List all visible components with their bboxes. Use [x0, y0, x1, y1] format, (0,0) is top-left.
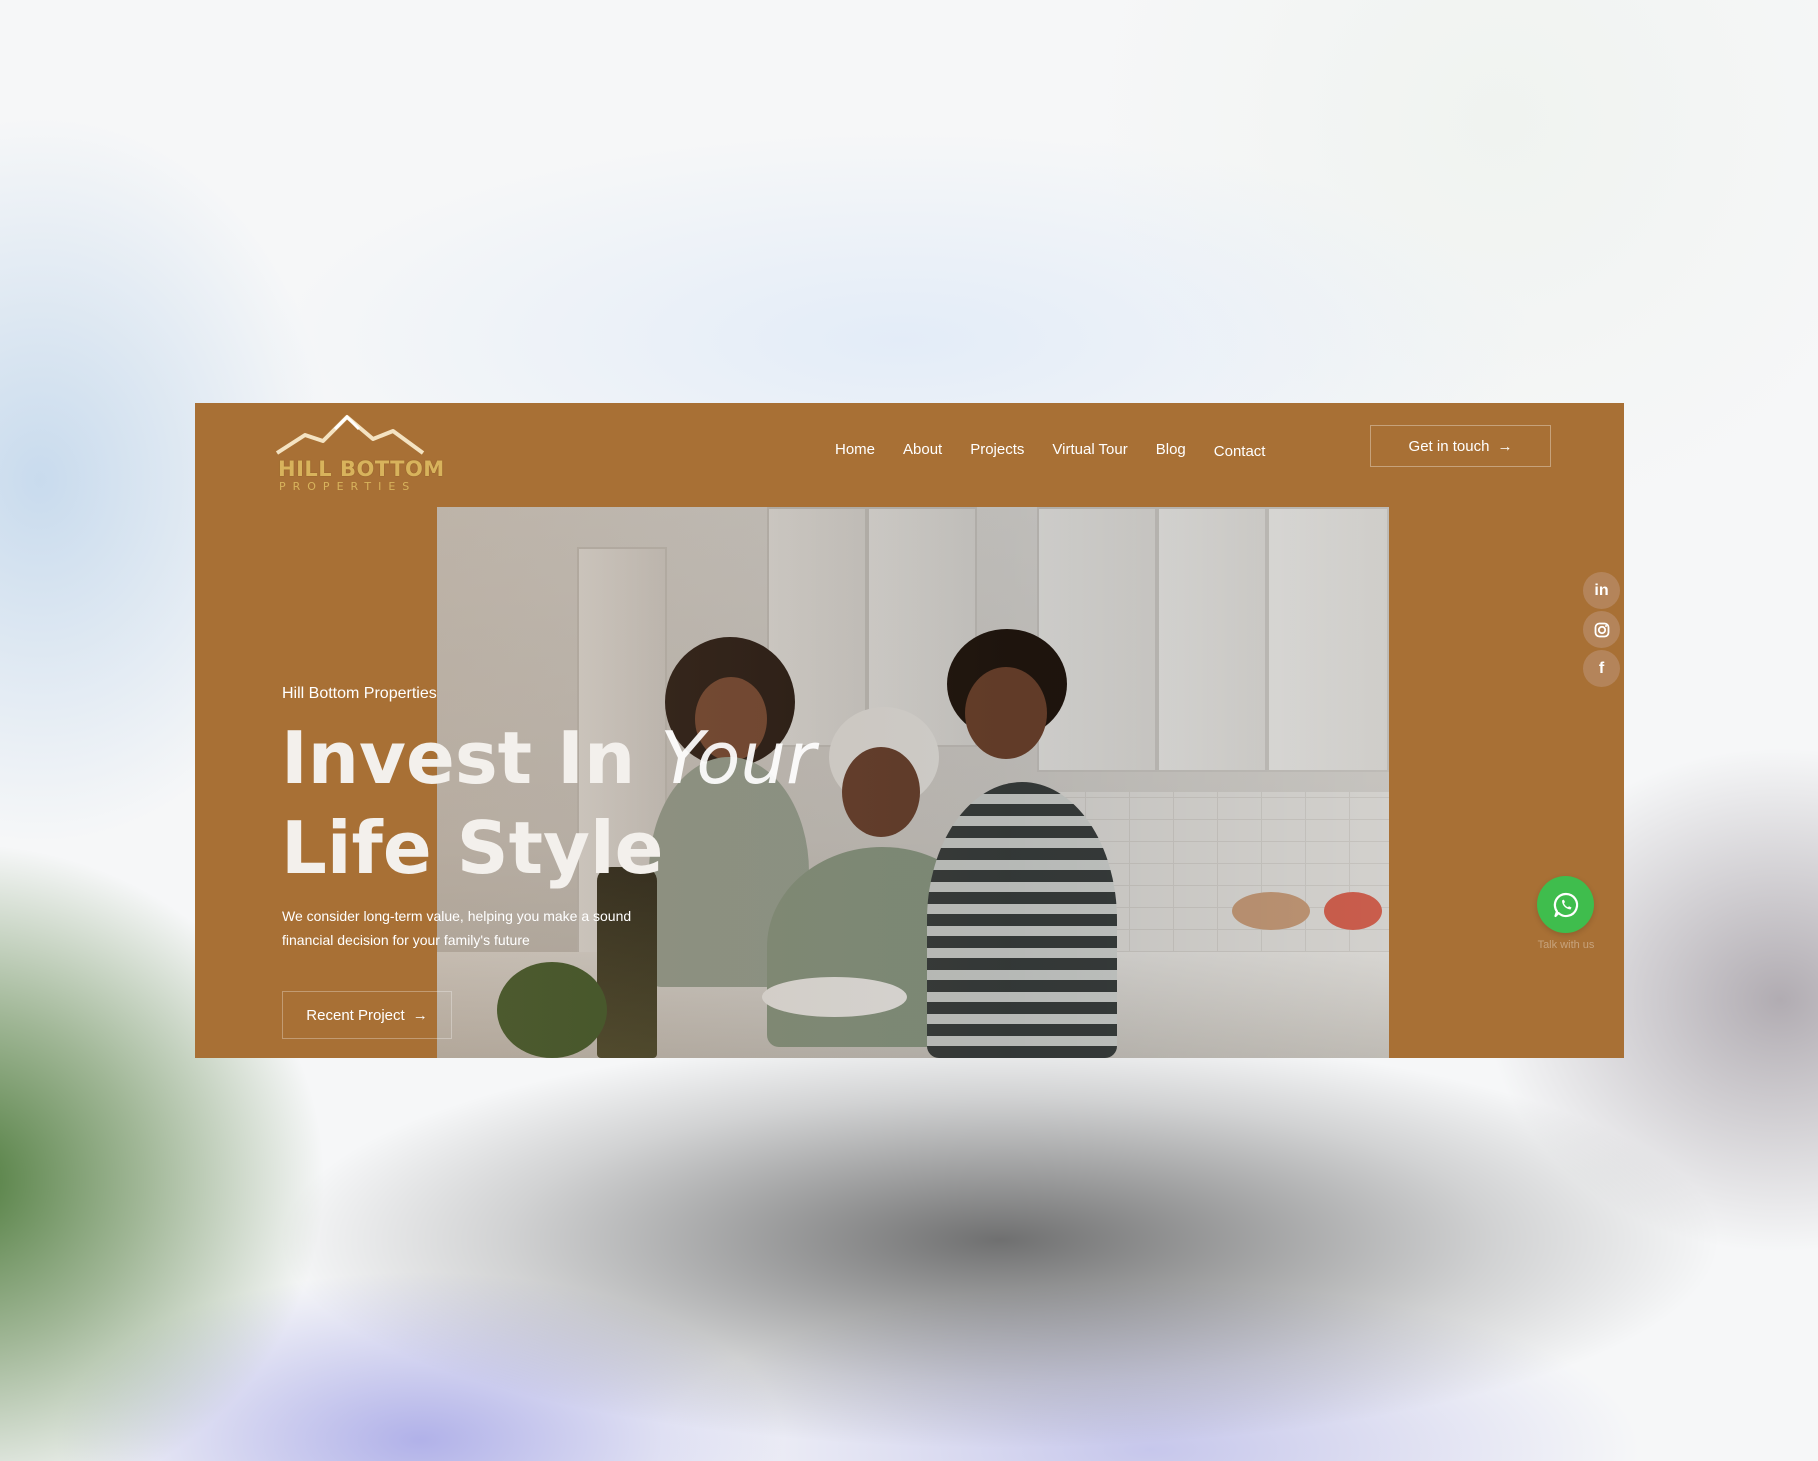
logo[interactable]: HILL BOTTOM PROPERTIES — [275, 411, 444, 493]
recent-project-label: Recent Project — [306, 1006, 405, 1024]
facebook-icon[interactable]: f — [1583, 650, 1620, 687]
nav-item-home[interactable]: Home — [835, 441, 875, 460]
arrow-right-icon: → — [1497, 437, 1513, 455]
nav-item-about[interactable]: About — [903, 441, 942, 460]
nav-item-projects[interactable]: Projects — [970, 441, 1024, 460]
nav-item-virtual-tour[interactable]: Virtual Tour — [1052, 441, 1127, 460]
arrow-right-icon: → — [412, 1006, 428, 1024]
logo-subtitle-text: PROPERTIES — [279, 480, 417, 493]
instagram-icon[interactable] — [1583, 611, 1620, 648]
hero-description: We consider long-term value, helping you… — [282, 908, 632, 948]
mountain-logo-icon — [275, 414, 425, 455]
hero-headline: Invest In Your Life Style — [281, 713, 816, 893]
headline-part-1: Invest In — [281, 716, 636, 800]
headline-part-light: Your — [660, 716, 816, 800]
nav-item-contact[interactable]: Contact — [1214, 443, 1266, 460]
headline-part-2: Life Style — [281, 806, 664, 890]
whatsapp-button[interactable] — [1537, 876, 1594, 933]
website-frame: HILL BOTTOM PROPERTIES Home About Projec… — [195, 403, 1624, 1058]
whatsapp-label: Talk with us — [1537, 939, 1595, 951]
linkedin-icon[interactable]: in — [1583, 572, 1620, 609]
social-links: in f — [1583, 572, 1620, 687]
logo-brand-text: HILL BOTTOM — [278, 457, 445, 481]
recent-project-button[interactable]: Recent Project → — [282, 991, 452, 1039]
main-nav: Home About Projects Virtual Tour Blog Co… — [835, 441, 1293, 460]
get-in-touch-label: Get in touch — [1408, 437, 1490, 455]
hero-eyebrow: Hill Bottom Properties — [282, 685, 437, 702]
nav-item-blog[interactable]: Blog — [1156, 441, 1186, 460]
get-in-touch-button[interactable]: Get in touch → — [1370, 425, 1551, 467]
whatsapp-icon — [1553, 892, 1578, 917]
